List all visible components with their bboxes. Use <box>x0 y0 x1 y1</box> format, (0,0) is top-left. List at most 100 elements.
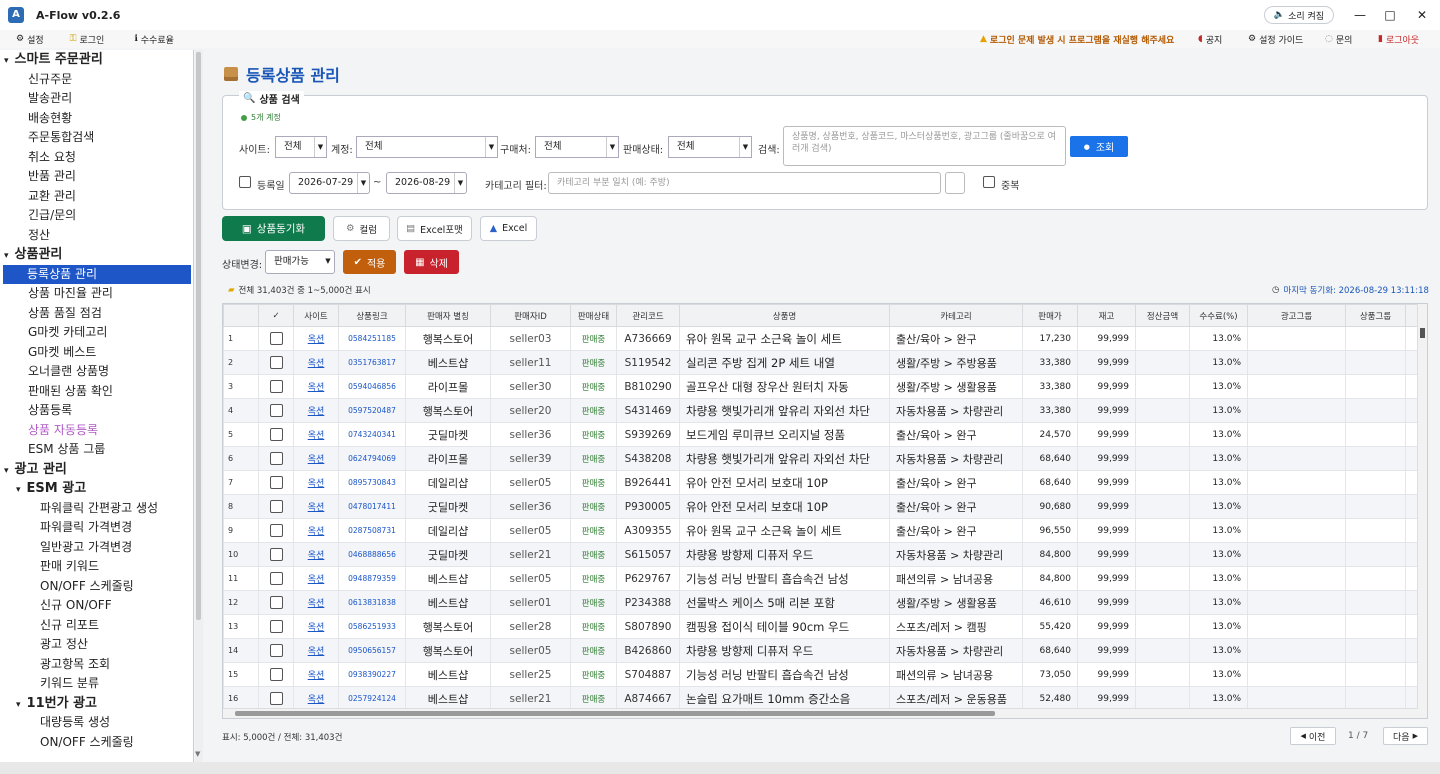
table-row[interactable]: 10 옥션 0468888656 굿딜마켓 seller21 판매중 S615057 차량용 … <box>223 542 1426 567</box>
row-checkbox-cell[interactable] <box>258 662 294 687</box>
expand-arrow-icon[interactable]: ▾ <box>4 56 9 66</box>
column-header[interactable]: 카테고리 <box>889 304 1023 327</box>
row-checkbox-cell[interactable] <box>258 566 294 591</box>
site-link[interactable]: 옥션 <box>293 518 339 543</box>
account-select[interactable]: 전체 ▼ <box>356 136 498 158</box>
row-checkbox-cell[interactable] <box>258 542 294 567</box>
row-checkbox-cell[interactable] <box>258 518 294 543</box>
table-row[interactable]: 16 옥션 0257924124 베스트샵 seller21 판매중 A874667 논슬립 … <box>223 686 1426 711</box>
table-row[interactable]: 13 옥션 0586251933 행복스토어 seller28 판매중 S807890 캠핑용… <box>223 614 1426 639</box>
sidebar-item[interactable]: ESM 상품 그룹 <box>28 440 105 459</box>
expand-arrow-icon[interactable]: ▾ <box>16 700 21 710</box>
menu-fees[interactable]: ℹ 수수료율 <box>134 33 174 46</box>
product-link[interactable]: 0586251933 <box>338 614 406 639</box>
status-change-select[interactable]: 판매가능 ▼ <box>265 250 335 274</box>
sidebar-item[interactable]: 상품등록 <box>28 401 72 420</box>
table-row[interactable]: 7 옥션 0895730843 데일리샵 seller05 판매중 B926441 유아 안전… <box>223 470 1426 495</box>
product-link[interactable]: 0597520487 <box>338 398 406 423</box>
row-checkbox[interactable] <box>269 428 283 441</box>
row-checkbox-cell[interactable] <box>258 374 294 399</box>
product-link[interactable]: 0257924124 <box>338 686 406 711</box>
column-header[interactable]: 판매상태 <box>570 304 617 327</box>
sidebar-item[interactable]: G마켓 카테고리 <box>28 323 107 342</box>
row-checkbox-cell[interactable] <box>258 614 294 639</box>
table-row[interactable]: 11 옥션 0948879359 베스트샵 seller05 판매중 P629767 기능성 … <box>223 566 1426 591</box>
row-checkbox[interactable] <box>269 452 283 465</box>
table-row[interactable]: 6 옥션 0624794069 라이프몰 seller39 판매중 S438208 차량용 햇… <box>223 446 1426 471</box>
sidebar-item[interactable]: 상품 마진율 관리 <box>28 284 113 303</box>
table-row[interactable]: 15 옥션 0938390227 베스트샵 seller25 판매중 S704887 기능성 … <box>223 662 1426 687</box>
sidebar-item[interactable]: 판매 키워드 <box>40 557 99 576</box>
sidebar-item[interactable]: 발송관리 <box>28 89 72 108</box>
sidebar-item[interactable]: 키워드 분류 <box>40 674 99 693</box>
sidebar-item[interactable]: 신규 ON/OFF <box>40 596 112 615</box>
keyword-input[interactable]: 상품명, 상품번호, 상품코드, 마스터상품번호, 광고그룹 (줄바꿈으로 여러… <box>783 126 1066 166</box>
sidebar-item[interactable]: ON/OFF 스케줄링 <box>40 733 134 752</box>
row-checkbox[interactable] <box>269 620 283 633</box>
sidebar-item[interactable]: 판매된 상품 확인 <box>28 382 113 401</box>
sidebar-item[interactable]: 일반광고 가격변경 <box>40 538 132 557</box>
column-header[interactable]: 정산금액 <box>1135 304 1190 327</box>
sidebar-item[interactable]: ▾ 스마트 주문관리 <box>4 50 103 69</box>
row-checkbox[interactable] <box>269 596 283 609</box>
site-select[interactable]: 전체 ▼ <box>275 136 327 158</box>
table-vertical-scrollbar-thumb[interactable] <box>1420 328 1425 338</box>
column-header[interactable]: 관리코드 <box>616 304 680 327</box>
sidebar-item[interactable]: 광고항목 조회 <box>40 655 110 674</box>
column-header[interactable]: 판매자ID <box>490 304 571 327</box>
delete-button[interactable]: ▦ 삭제 <box>404 250 459 274</box>
expand-arrow-icon[interactable]: ▾ <box>16 485 21 495</box>
sidebar-item[interactable]: 반품 관리 <box>28 167 76 186</box>
product-link[interactable]: 0287508731 <box>338 518 406 543</box>
sidebar-item[interactable]: 상품 품질 점검 <box>28 304 102 323</box>
column-header[interactable]: 사이트 <box>293 304 339 327</box>
sidebar-item[interactable]: 파워클릭 간편광고 생성 <box>40 499 158 518</box>
column-header[interactable]: 재고 <box>1077 304 1136 327</box>
sidebar-item[interactable]: 신규 리포트 <box>40 616 99 635</box>
table-row[interactable]: 3 옥션 0594046856 라이프몰 seller30 판매중 B810290 골프우산 … <box>223 374 1426 399</box>
product-link[interactable]: 0624794069 <box>338 446 406 471</box>
site-link[interactable]: 옥션 <box>293 590 339 615</box>
product-link[interactable]: 0468888656 <box>338 542 406 567</box>
sidebar-item[interactable]: ▾ 11번가 광고 <box>16 694 97 713</box>
sidebar-item[interactable]: 파워클릭 가격변경 <box>40 518 132 537</box>
column-header[interactable]: 판매자 별칭 <box>405 304 491 327</box>
site-link[interactable]: 옥션 <box>293 662 339 687</box>
site-link[interactable]: 옥션 <box>293 446 339 471</box>
sidebar-item[interactable]: 취소 요청 <box>28 148 76 167</box>
site-link[interactable]: 옥션 <box>293 470 339 495</box>
product-link[interactable]: 0950656157 <box>338 638 406 663</box>
site-link[interactable]: 옥션 <box>293 350 339 375</box>
sidebar-item[interactable]: 광고 정산 <box>40 635 88 654</box>
column-header[interactable]: ✓ <box>258 304 294 327</box>
prev-page-button[interactable]: ◀ 이전 <box>1290 727 1336 745</box>
menu-inquiry[interactable]: ◌ 문의 <box>1325 30 1352 48</box>
row-checkbox[interactable] <box>269 644 283 657</box>
sidebar-item[interactable]: 정산 <box>28 226 50 245</box>
row-checkbox[interactable] <box>269 380 283 393</box>
row-checkbox[interactable] <box>269 692 283 705</box>
sidebar-item[interactable]: ▾ 광고 관리 <box>4 460 67 479</box>
row-checkbox[interactable] <box>269 500 283 513</box>
sidebar-item[interactable]: ▾ 상품관리 <box>4 245 62 264</box>
row-checkbox[interactable] <box>269 548 283 561</box>
sidebar-item[interactable]: 배송현황 <box>28 109 72 128</box>
product-link[interactable]: 0948879359 <box>338 566 406 591</box>
table-row[interactable]: 9 옥션 0287508731 데일리샵 seller05 판매중 A309355 유아 원목… <box>223 518 1426 543</box>
close-button[interactable]: ✕ <box>1412 5 1432 25</box>
table-horizontal-scrollbar-thumb[interactable] <box>235 711 995 716</box>
menu-logout[interactable]: ▮ 로그아웃 <box>1378 30 1419 48</box>
sidebar-item[interactable]: 교환 관리 <box>28 187 76 206</box>
row-checkbox-cell[interactable] <box>258 350 294 375</box>
product-link[interactable]: 0594046856 <box>338 374 406 399</box>
row-checkbox[interactable] <box>269 476 283 489</box>
sidebar-item[interactable]: 등록상품 관리 <box>3 264 191 284</box>
sidebar-item[interactable]: G마켓 베스트 <box>28 343 96 362</box>
sidebar-item[interactable]: 주문통합검색 <box>28 128 94 147</box>
product-link[interactable]: 0478017411 <box>338 494 406 519</box>
column-header[interactable]: 광고그룹 <box>1247 304 1346 327</box>
menu-settings[interactable]: ⚙ 설정 <box>16 33 44 46</box>
row-checkbox-cell[interactable] <box>258 398 294 423</box>
sale-status-select[interactable]: 전체 ▼ <box>668 136 752 158</box>
table-row[interactable]: 8 옥션 0478017411 굿딜마켓 seller36 판매중 P930005 유아 안전… <box>223 494 1426 519</box>
